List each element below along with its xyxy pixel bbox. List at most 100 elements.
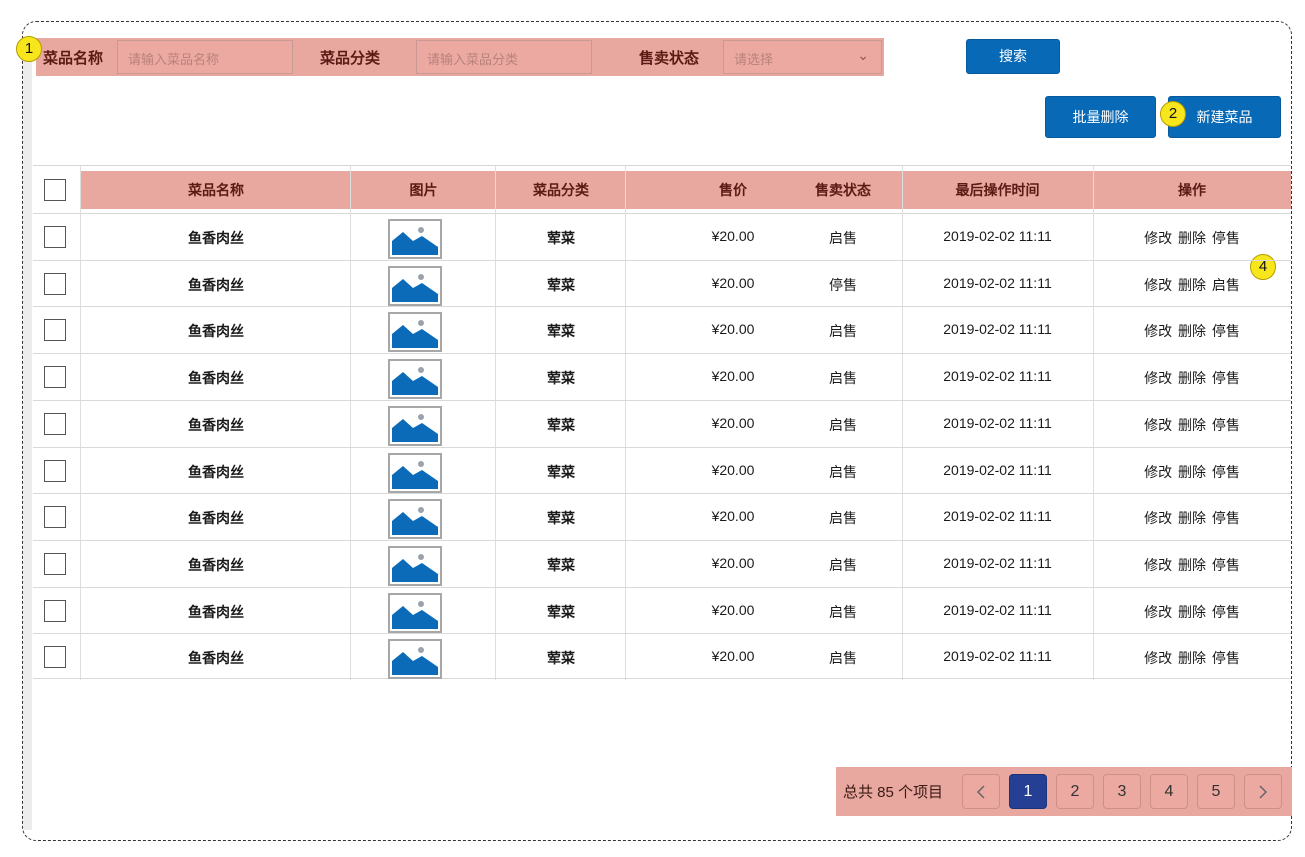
image-placeholder-icon bbox=[388, 219, 442, 259]
row-checkbox[interactable] bbox=[44, 506, 66, 529]
edit-link[interactable]: 修改 bbox=[1144, 557, 1172, 573]
row-checkbox[interactable] bbox=[44, 272, 66, 295]
price-cell: ¥20.00 bbox=[711, 321, 755, 338]
toggle-sale-link[interactable]: 停售 bbox=[1212, 464, 1240, 480]
delete-link[interactable]: 删除 bbox=[1178, 323, 1206, 339]
category-input[interactable]: 请输入菜品分类 bbox=[416, 40, 592, 74]
dish-name-input[interactable]: 请输入菜品名称 bbox=[117, 40, 293, 74]
image-placeholder-icon bbox=[388, 359, 442, 400]
delete-link[interactable]: 删除 bbox=[1178, 417, 1206, 433]
updated-cell: 2019-02-02 11:11 bbox=[943, 414, 1052, 431]
toggle-sale-link[interactable]: 停售 bbox=[1212, 230, 1240, 246]
category-cell: 荤菜 bbox=[547, 416, 575, 433]
updated-cell: 2019-02-02 11:11 bbox=[943, 508, 1052, 525]
price-cell: ¥20.00 bbox=[711, 368, 755, 385]
delete-link[interactable]: 删除 bbox=[1178, 650, 1206, 666]
chevron-right-icon[interactable] bbox=[1244, 774, 1282, 809]
header-image: 图片 bbox=[409, 182, 438, 198]
status-label: 售卖状态 bbox=[639, 50, 700, 67]
search-button[interactable]: 搜索 bbox=[966, 39, 1060, 74]
edit-link[interactable]: 修改 bbox=[1144, 510, 1172, 526]
operations-cell: 修改 删除 停售 bbox=[1093, 555, 1291, 575]
category-cell: 荤菜 bbox=[547, 556, 575, 573]
dish-name-cell: 鱼香肉丝 bbox=[188, 323, 244, 340]
toggle-sale-link[interactable]: 停售 bbox=[1212, 510, 1240, 526]
delete-link[interactable]: 删除 bbox=[1178, 604, 1206, 620]
header-category: 菜品分类 bbox=[533, 182, 589, 198]
updated-cell: 2019-02-02 11:11 bbox=[943, 368, 1052, 385]
edit-link[interactable]: 修改 bbox=[1144, 323, 1172, 339]
dish-name-cell: 鱼香肉丝 bbox=[188, 510, 244, 527]
toggle-sale-link[interactable]: 启售 bbox=[1212, 277, 1240, 293]
category-cell: 荤菜 bbox=[547, 230, 575, 246]
image-placeholder-icon bbox=[388, 312, 442, 353]
category-cell: 荤菜 bbox=[547, 463, 575, 480]
price-cell: ¥20.00 bbox=[711, 601, 755, 618]
edit-link[interactable]: 修改 bbox=[1144, 417, 1172, 433]
select-all-checkbox[interactable] bbox=[44, 179, 66, 201]
delete-link[interactable]: 删除 bbox=[1178, 370, 1206, 386]
filter-bar: 菜品名称 请输入菜品名称 菜品分类 请输入菜品分类 售卖状态 请选择 ⌄ bbox=[36, 38, 884, 76]
toggle-sale-link[interactable]: 停售 bbox=[1212, 557, 1240, 573]
price-cell: ¥20.00 bbox=[711, 228, 755, 244]
table-row: 鱼香肉丝 荤菜 ¥20.00 启售 2019-02-02 11:11 修改 删除… bbox=[33, 306, 1291, 353]
category-cell: 荤菜 bbox=[547, 370, 575, 387]
operations-cell: 修改 删除 停售 bbox=[1093, 368, 1291, 388]
toggle-sale-link[interactable]: 停售 bbox=[1212, 650, 1240, 666]
page-button-4[interactable]: 4 bbox=[1150, 774, 1188, 809]
image-placeholder-icon bbox=[388, 545, 442, 586]
status-cell: 启售 bbox=[829, 416, 857, 433]
edit-link[interactable]: 修改 bbox=[1144, 604, 1172, 620]
edit-link[interactable]: 修改 bbox=[1144, 370, 1172, 386]
dish-name-cell: 鱼香肉丝 bbox=[188, 370, 244, 387]
row-checkbox[interactable] bbox=[44, 366, 66, 389]
row-checkbox[interactable] bbox=[44, 226, 66, 248]
price-cell: ¥20.00 bbox=[711, 461, 755, 478]
status-cell: 停售 bbox=[829, 276, 857, 293]
edit-link[interactable]: 修改 bbox=[1144, 464, 1172, 480]
dish-name-label: 菜品名称 bbox=[43, 50, 104, 67]
toggle-sale-link[interactable]: 停售 bbox=[1212, 417, 1240, 433]
total-count: 总共 85 个项目 bbox=[843, 784, 944, 801]
chevron-left-icon[interactable] bbox=[962, 774, 1000, 809]
updated-cell: 2019-02-02 11:11 bbox=[943, 321, 1052, 338]
toggle-sale-link[interactable]: 停售 bbox=[1212, 370, 1240, 386]
toggle-sale-link[interactable]: 停售 bbox=[1212, 604, 1240, 620]
dish-name-cell: 鱼香肉丝 bbox=[188, 230, 244, 246]
operations-cell: 修改 删除 停售 bbox=[1093, 228, 1291, 248]
bulk-delete-button[interactable]: 批量删除 bbox=[1045, 96, 1156, 138]
updated-cell: 2019-02-02 11:11 bbox=[943, 461, 1052, 478]
row-checkbox[interactable] bbox=[44, 319, 66, 342]
row-checkbox[interactable] bbox=[44, 552, 66, 575]
price-cell: ¥20.00 bbox=[711, 554, 755, 571]
edit-link[interactable]: 修改 bbox=[1144, 277, 1172, 293]
toggle-sale-link[interactable]: 停售 bbox=[1212, 323, 1240, 339]
operations-cell: 修改 删除 停售 bbox=[1093, 602, 1291, 622]
delete-link[interactable]: 删除 bbox=[1178, 230, 1206, 246]
status-cell: 启售 bbox=[829, 556, 857, 573]
page-button-5[interactable]: 5 bbox=[1197, 774, 1235, 809]
delete-link[interactable]: 删除 bbox=[1178, 277, 1206, 293]
delete-link[interactable]: 删除 bbox=[1178, 510, 1206, 526]
row-checkbox[interactable] bbox=[44, 412, 66, 435]
image-placeholder-icon bbox=[388, 265, 442, 306]
edit-link[interactable]: 修改 bbox=[1144, 650, 1172, 666]
delete-link[interactable]: 删除 bbox=[1178, 464, 1206, 480]
page-button-2[interactable]: 2 bbox=[1056, 774, 1094, 809]
row-checkbox[interactable] bbox=[44, 599, 66, 622]
page-button-1[interactable]: 1 bbox=[1009, 774, 1047, 809]
operations-cell: 修改 删除 停售 bbox=[1093, 648, 1291, 668]
operations-cell: 修改 删除 停售 bbox=[1093, 321, 1291, 341]
status-select[interactable]: 请选择 ⌄ bbox=[723, 40, 882, 74]
row-checkbox[interactable] bbox=[44, 646, 66, 669]
status-select-value: 请选择 bbox=[734, 52, 774, 67]
status-cell: 启售 bbox=[829, 510, 857, 527]
operations-cell: 修改 删除 停售 bbox=[1093, 415, 1291, 435]
updated-cell: 2019-02-02 11:11 bbox=[943, 554, 1052, 571]
row-checkbox[interactable] bbox=[44, 459, 66, 482]
page-button-3[interactable]: 3 bbox=[1103, 774, 1141, 809]
category-label: 菜品分类 bbox=[320, 50, 381, 67]
updated-cell: 2019-02-02 11:11 bbox=[943, 648, 1052, 665]
edit-link[interactable]: 修改 bbox=[1144, 230, 1172, 246]
delete-link[interactable]: 删除 bbox=[1178, 557, 1206, 573]
